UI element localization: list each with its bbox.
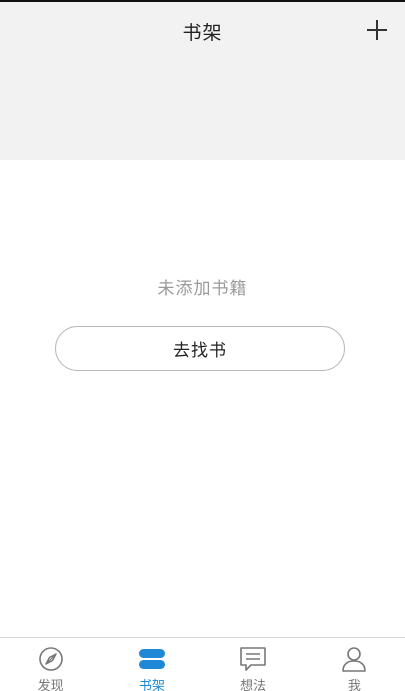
tab-me[interactable]: 我 xyxy=(304,638,405,691)
tab-label: 书架 xyxy=(138,679,165,691)
tab-label: 想法 xyxy=(240,679,267,691)
compass-icon xyxy=(37,645,65,673)
page-title: 书架 xyxy=(182,22,223,44)
tab-thoughts[interactable]: 想法 xyxy=(203,638,304,691)
app: 书架 未添加书籍 去找书 发现 书架 想法 我 xyxy=(0,0,405,691)
empty-state-message: 未添加书籍 xyxy=(157,279,248,299)
plus-icon xyxy=(367,20,387,40)
tab-label: 我 xyxy=(347,679,361,691)
tab-label: 发现 xyxy=(37,679,64,691)
bookshelf-icon xyxy=(138,645,166,673)
add-book-button[interactable] xyxy=(363,16,391,44)
header: 书架 xyxy=(0,2,405,160)
tab-bookshelf[interactable]: 书架 xyxy=(101,638,202,691)
find-books-button[interactable]: 去找书 xyxy=(55,326,345,371)
tab-discover[interactable]: 发现 xyxy=(0,638,101,691)
tab-bar: 发现 书架 想法 我 xyxy=(0,637,405,691)
person-icon xyxy=(340,645,368,673)
chat-bubble-icon xyxy=(239,645,267,673)
